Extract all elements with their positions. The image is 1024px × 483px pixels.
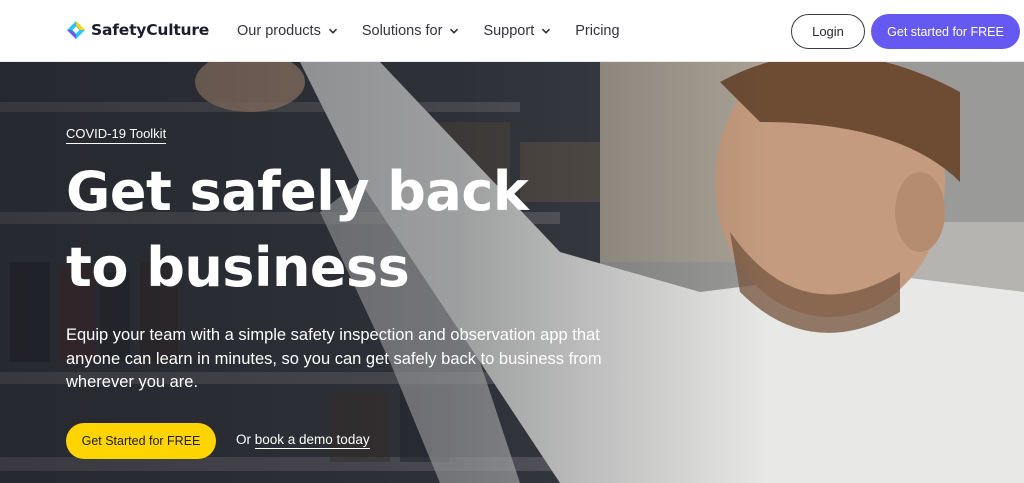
nav-our-products[interactable]: Our products: [237, 23, 338, 39]
brand-logo[interactable]: SafetyCulture: [66, 20, 209, 40]
nav-item-label: Support: [483, 23, 535, 39]
chevron-down-icon: [542, 28, 551, 34]
hero-section: COVID-19 Toolkit Get safely back to busi…: [0, 62, 1024, 483]
headline-line-1: Get safely back: [66, 160, 529, 223]
safetyculture-logo-icon: [67, 21, 85, 39]
nav-support[interactable]: Support: [483, 23, 551, 39]
book-demo-line: Or book a demo today: [236, 432, 370, 449]
hero-headline: Get safely back to business: [66, 154, 626, 306]
chevron-down-icon: [450, 28, 459, 34]
main-nav: Our products Solutions for Support Prici…: [237, 0, 620, 62]
demo-prefix: Or: [236, 432, 255, 447]
get-started-header-button[interactable]: Get started for FREE: [871, 14, 1020, 49]
hero-description: Equip your team with a simple safety ins…: [66, 326, 602, 391]
headline-line-2: to business: [66, 236, 410, 299]
nav-item-label: Solutions for: [361, 23, 443, 39]
get-started-hero-button[interactable]: Get Started for FREE: [66, 423, 216, 459]
covid-toolkit-link[interactable]: COVID-19 Toolkit: [66, 126, 167, 144]
nav-solutions-for[interactable]: Solutions for: [362, 23, 460, 39]
chevron-down-icon: [328, 28, 337, 34]
site-header: SafetyCulture Our products Solutions for…: [0, 0, 1024, 62]
nav-item-label: Pricing: [575, 23, 620, 39]
book-demo-link[interactable]: book a demo today: [254, 432, 370, 449]
nav-item-label: Our products: [237, 23, 321, 39]
login-button[interactable]: Login: [791, 14, 865, 49]
brand-name: SafetyCulture: [91, 21, 210, 39]
nav-pricing[interactable]: Pricing: [575, 23, 619, 39]
